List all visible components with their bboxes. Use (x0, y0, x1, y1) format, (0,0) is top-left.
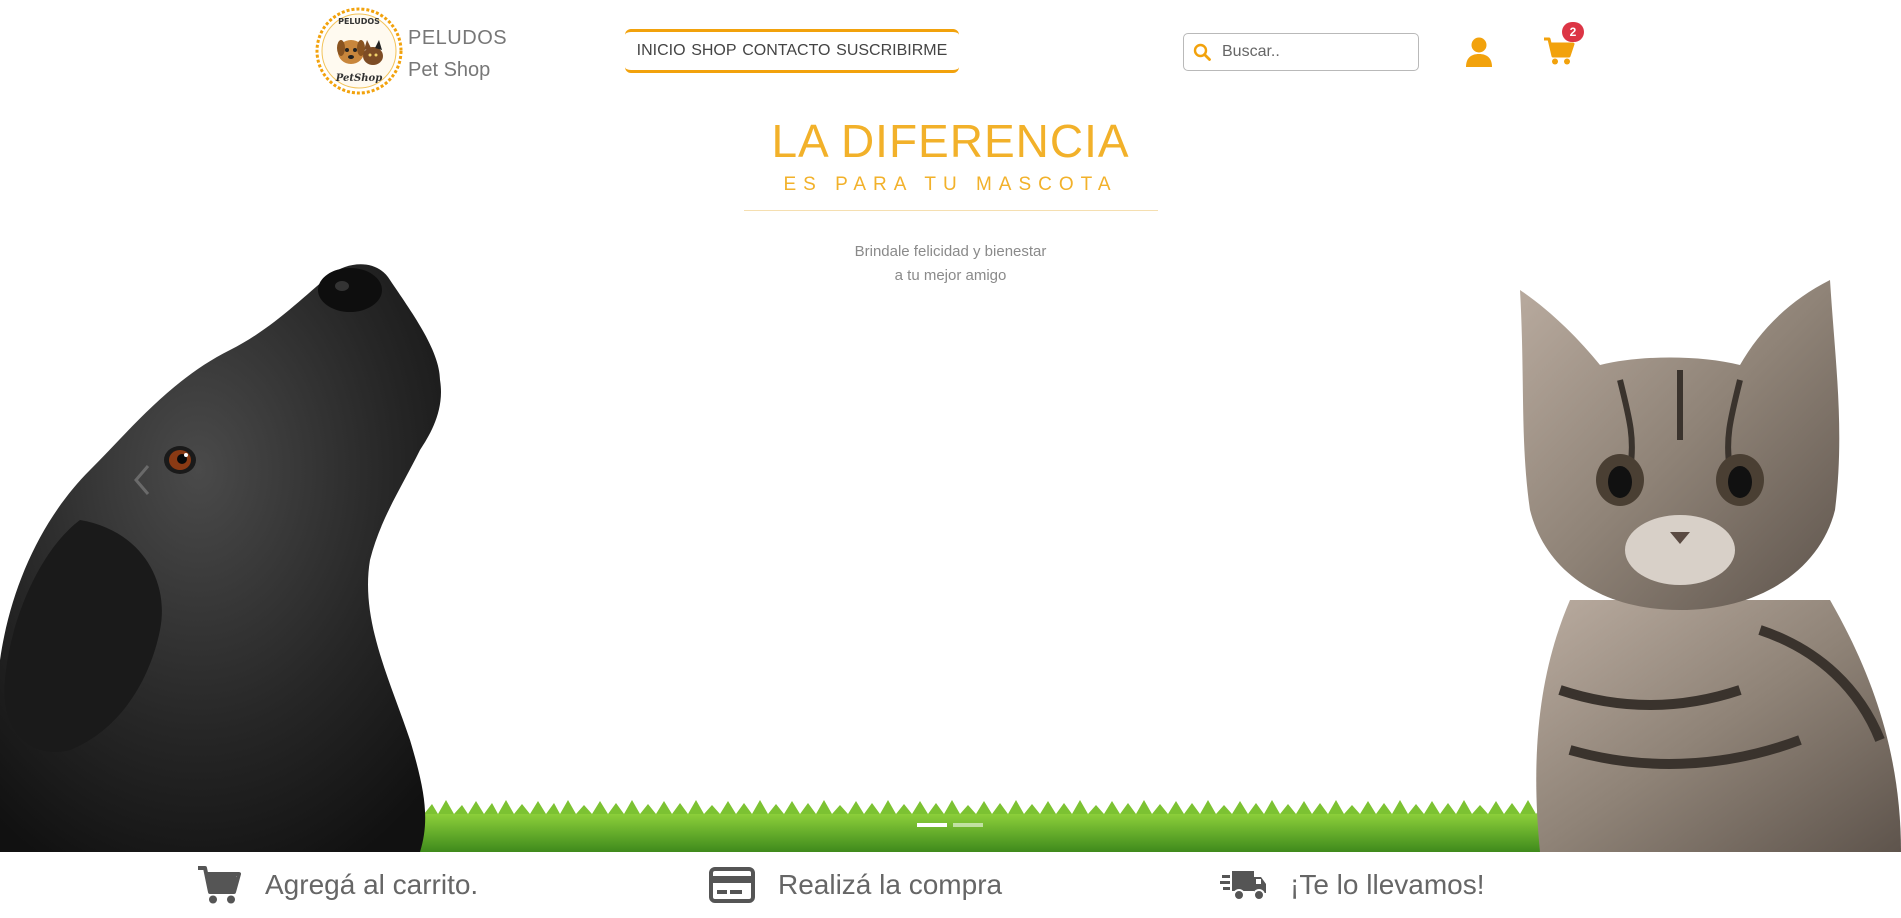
brand[interactable]: PELUDOS Pet Shop (408, 22, 507, 86)
user-icon[interactable] (1465, 36, 1493, 68)
step-add-to-cart: Agregá al carrito. (195, 852, 478, 918)
main-nav: INICIO SHOP CONTACTO SUSCRIBIRME (625, 29, 959, 73)
hero-title: LA DIFERENCIA (771, 115, 1130, 167)
step-delivery: ¡Te lo llevamos! (1220, 852, 1485, 918)
step-label: Realizá la compra (778, 869, 1003, 900)
cart-icon (195, 861, 243, 909)
delivery-truck-icon (1220, 861, 1268, 909)
search-input[interactable] (1220, 42, 1414, 62)
purchase-steps: Agregá al carrito. Realizá la compra ¡Te… (0, 852, 1901, 918)
svg-text:PELUDOS: PELUDOS (338, 17, 380, 26)
carousel-indicator-2[interactable] (953, 823, 983, 827)
peludos-logo[interactable]: PELUDOS PetShop (314, 6, 404, 96)
brand-subtitle: Pet Shop (408, 59, 491, 81)
hero-subtitle: ES PARA TU MASCOTA (783, 174, 1118, 195)
svg-text:PetShop: PetShop (335, 73, 382, 84)
nav-contacto[interactable]: CONTACTO (742, 42, 830, 60)
carousel-indicators (917, 823, 983, 827)
nav-shop[interactable]: SHOP (691, 42, 736, 60)
cart-count-badge: 2 (1562, 22, 1584, 42)
cat-image (1520, 280, 1901, 852)
carousel-prev-icon[interactable] (130, 462, 154, 498)
dog-image (0, 264, 441, 852)
step-checkout: Realizá la compra (708, 852, 1002, 918)
search-box (1183, 33, 1419, 71)
nav-suscribirme[interactable]: SUSCRIBIRME (836, 42, 947, 60)
credit-card-icon (708, 861, 756, 909)
brand-name: PELUDOS (408, 27, 508, 49)
hero-carousel: LA DIFERENCIA ES PARA TU MASCOTA Brindal… (0, 100, 1901, 852)
step-label: ¡Te lo llevamos! (1290, 869, 1485, 900)
carousel-indicator-1[interactable] (917, 823, 947, 827)
step-label: Agregá al carrito. (265, 869, 479, 900)
hero-divider (744, 210, 1158, 211)
nav-inicio[interactable]: INICIO (637, 42, 686, 60)
search-icon[interactable] (1184, 34, 1220, 70)
